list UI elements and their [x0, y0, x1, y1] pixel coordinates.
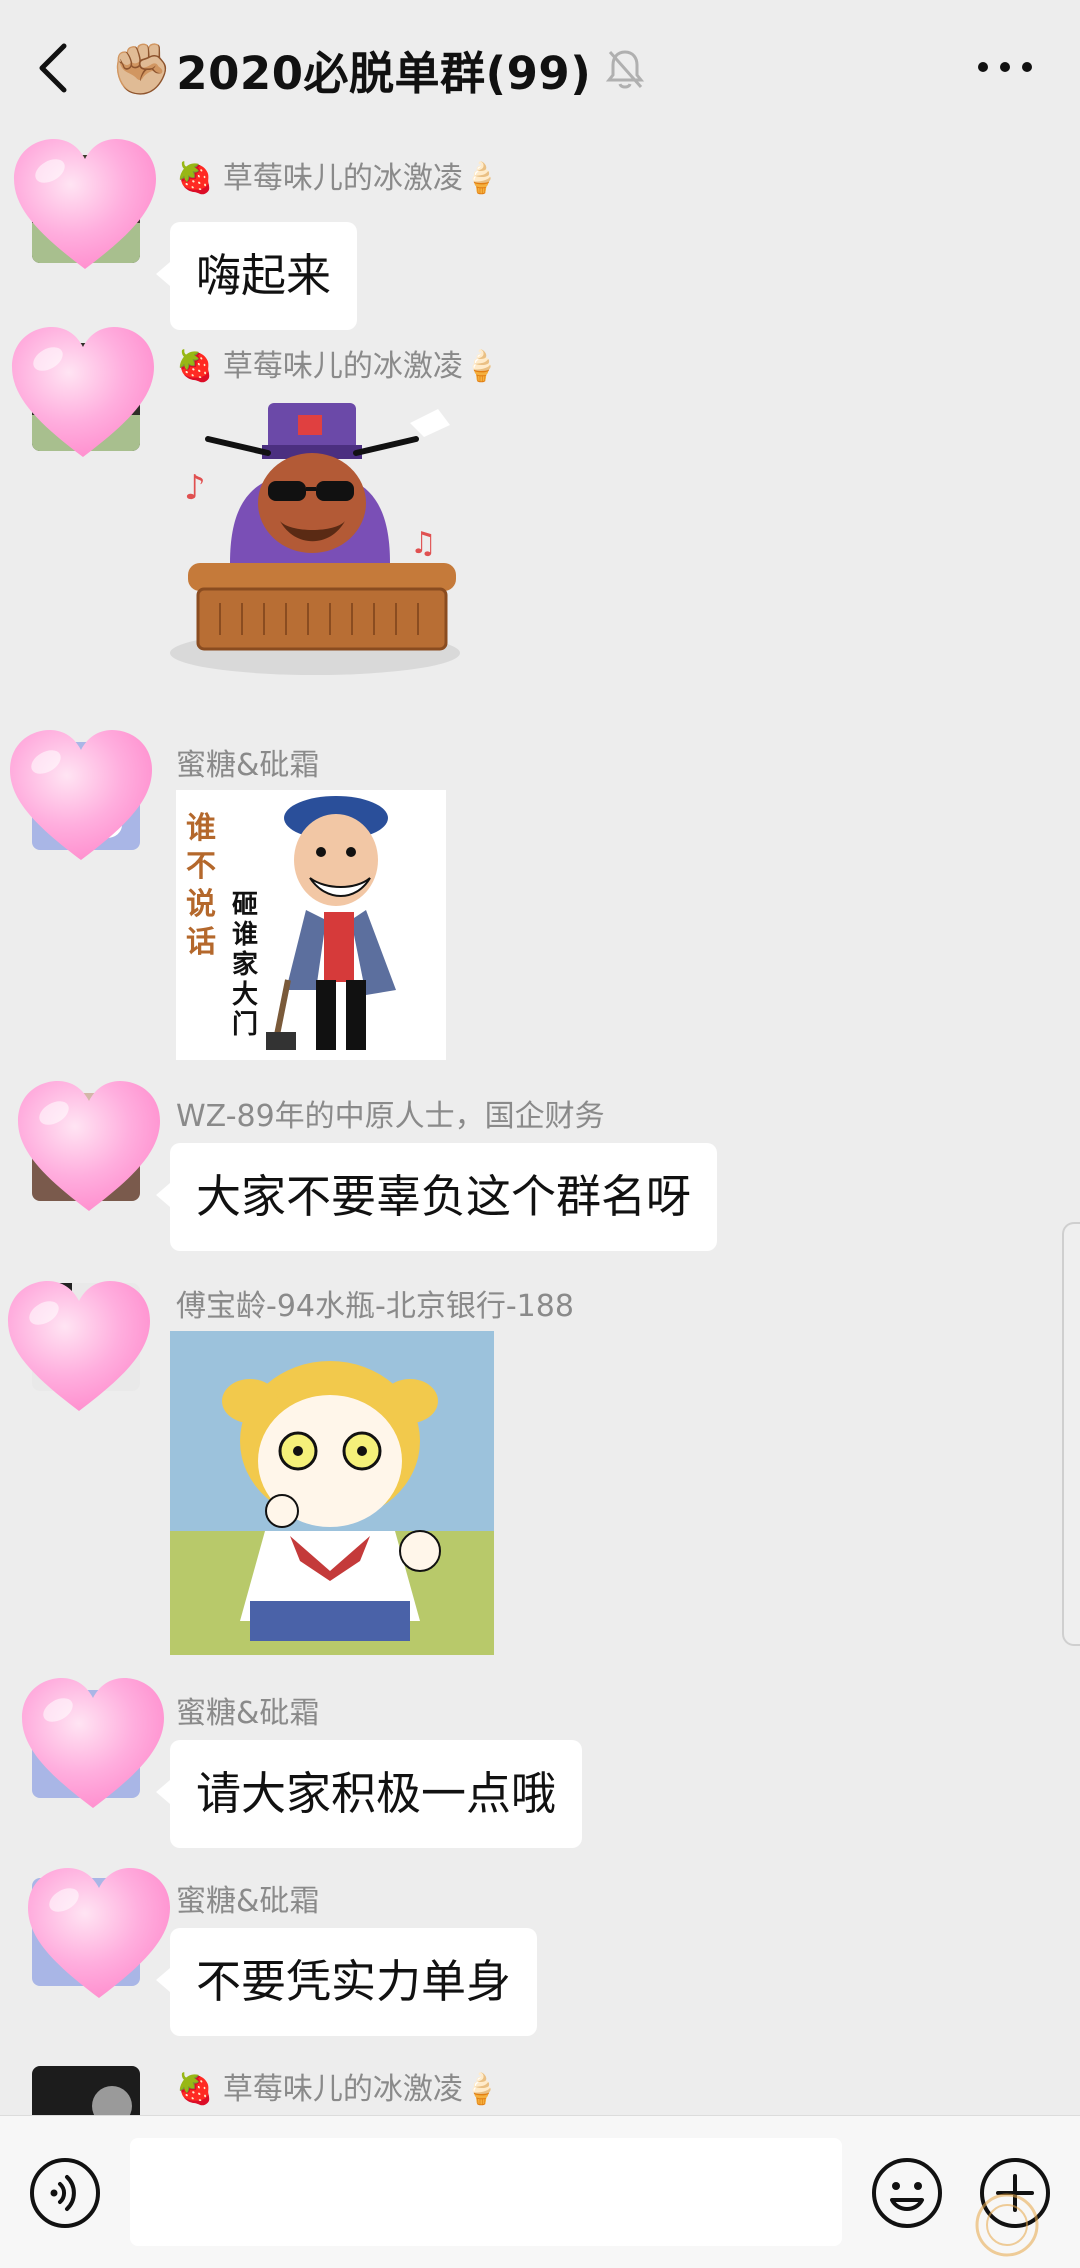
emoji-icon[interactable]: [870, 2156, 944, 2230]
cartoon-man-icon: [266, 796, 396, 1050]
heart-sticker-overlay: [10, 135, 160, 275]
sender-name: 蜜糖&砒霜: [176, 1884, 320, 1919]
heart-sticker-overlay: [4, 1277, 154, 1417]
scroll-handle[interactable]: [1062, 1222, 1080, 1646]
avatar[interactable]: [32, 2066, 140, 2115]
anime-girl-thumbs-up-sticker[interactable]: [170, 1331, 494, 1655]
sender-name: 🍓 草莓味儿的冰激凌🍦: [176, 161, 501, 196]
message-bubble[interactable]: 大家不要辜负这个群名呀: [155, 1143, 718, 1251]
heart-sticker-overlay: [8, 323, 158, 463]
heart-sticker-overlay: [18, 1674, 168, 1814]
svg-text:♪: ♪: [184, 468, 206, 508]
sender-name: 傅宝龄-94水瓶-北京银行-188: [176, 1289, 574, 1324]
hammer-man-sticker[interactable]: 谁不说话 砸谁家大门: [176, 790, 446, 1060]
heart-sticker-overlay: [6, 726, 156, 866]
sender-name: 蜜糖&砒霜: [176, 748, 320, 783]
bell-off-icon: [606, 50, 645, 89]
sender-name: WZ-89年的中原人士，国企财务: [176, 1099, 605, 1134]
sender-name: 🍓 草莓味儿的冰激凌🍦: [176, 2072, 501, 2107]
judge-at-desk-sticker[interactable]: ♪ ♫: [170, 403, 490, 683]
message-bubble[interactable]: 嗨起来: [155, 222, 358, 330]
input-bar: [0, 2115, 1080, 2268]
heart-sticker-overlay: [24, 1864, 174, 2004]
watermark-logo: [975, 2193, 1039, 2257]
heart-sticker-overlay: [14, 1077, 164, 1217]
sticker-caption-left: 谁不说话: [186, 811, 216, 960]
message-list[interactable]: 🍓 草莓味儿的冰激凌🍦 嗨起来 🍓 草莓味儿的冰激凌🍦 ♪ ♫ 蜜糖&砒霜 谁不…: [0, 135, 1080, 2115]
chevron-left-icon[interactable]: [30, 38, 80, 98]
chat-title-group[interactable]: ✊🏼 2020必脱单群(99): [110, 36, 645, 102]
message-bubble[interactable]: 不要凭实力单身: [155, 1928, 538, 2036]
more-icon[interactable]: [975, 52, 1035, 82]
svg-text:♫: ♫: [410, 526, 437, 561]
chat-header: ✊🏼 2020必脱单群(99): [0, 0, 1080, 135]
sender-name: 🍓 草莓味儿的冰激凌🍦: [176, 349, 501, 384]
fist-emoji: ✊🏼: [110, 40, 173, 98]
sender-name: 蜜糖&砒霜: [176, 1696, 320, 1731]
message-input[interactable]: [130, 2138, 842, 2246]
sticker-caption-right: 砸谁家大门: [232, 890, 259, 1040]
chat-title: 2020必脱单群(99): [176, 46, 592, 100]
message-bubble[interactable]: 请大家积极一点哦: [155, 1740, 583, 1848]
voice-icon[interactable]: [28, 2156, 102, 2230]
